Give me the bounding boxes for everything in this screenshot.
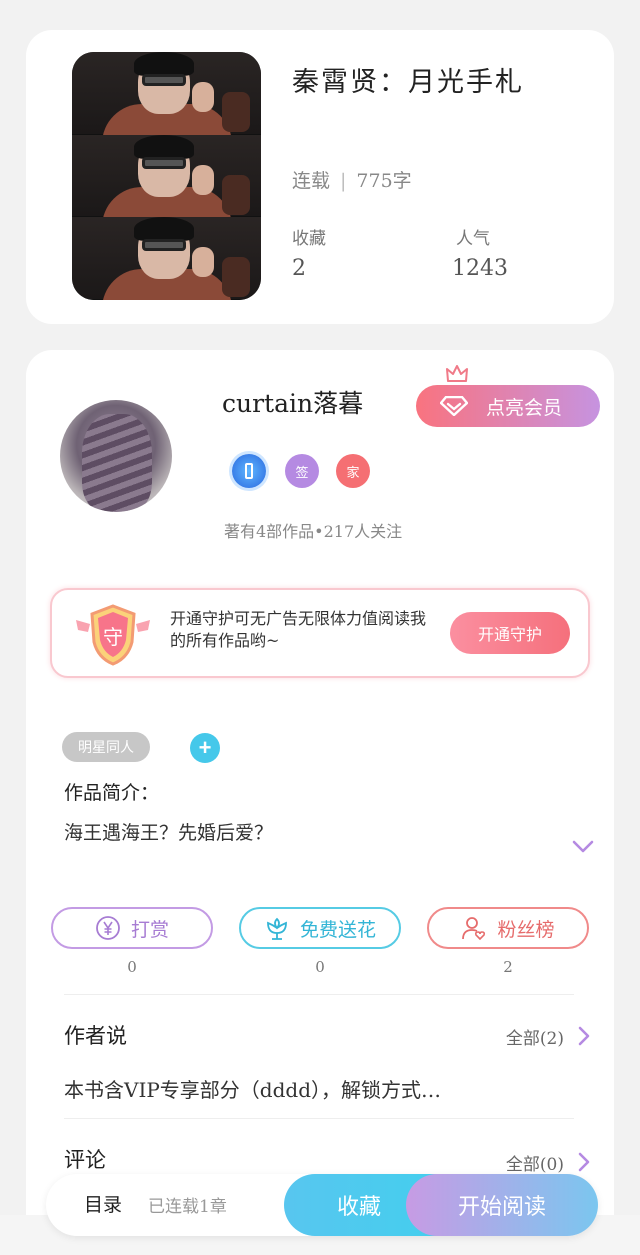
book-cover-image[interactable] — [72, 52, 261, 300]
favorites-label: 收藏 — [292, 229, 326, 249]
author-says-title: 作者说 — [64, 1024, 127, 1048]
author-says-more[interactable]: 全部(2) — [506, 1024, 564, 1049]
favorites-value: 2 — [292, 256, 306, 281]
flower-icon — [267, 917, 287, 940]
family-badge[interactable]: 家 — [336, 454, 370, 488]
fans-ranking-button[interactable]: 粉丝榜 — [427, 907, 589, 949]
flower-label: 免费送花 — [299, 919, 376, 941]
signed-badge[interactable]: 签 — [285, 454, 319, 488]
intro-label: 作品简介： — [64, 782, 160, 804]
book-meta: 连载 | 775字 — [292, 166, 412, 193]
phone-badge-icon[interactable] — [232, 454, 266, 488]
yen-coin-icon — [96, 916, 120, 940]
add-tag-button[interactable]: + — [190, 733, 220, 763]
popularity-value: 1243 — [452, 256, 508, 281]
genre-tag[interactable]: 明星同人 — [62, 732, 150, 762]
activate-vip-button[interactable]: 点亮会员 — [416, 385, 600, 427]
chevron-right-icon[interactable] — [578, 1152, 590, 1172]
author-stats: 著有4部作品•217人关注 — [224, 522, 403, 541]
guard-banner[interactable]: 守 开通守护可无广告无限体力值阅读我的所有作品哟~ 开通守护 — [50, 588, 590, 678]
table-of-contents-button[interactable]: 目录 — [84, 1190, 122, 1217]
book-detail-card: curtain落暮 点亮会员 签 家 著有4部作品•217人关注 守 开通守护可… — [26, 350, 614, 1255]
chevron-down-icon[interactable] — [572, 840, 594, 854]
fans-count: 2 — [503, 958, 513, 976]
diamond-icon — [440, 396, 468, 416]
flower-count: 0 — [315, 958, 325, 976]
guard-description: 开通守护可无广告无限体力值阅读我的所有作品哟~ — [170, 609, 427, 650]
crown-icon — [446, 365, 468, 382]
divider — [64, 994, 574, 995]
divider — [64, 1118, 574, 1119]
open-guard-button[interactable]: 开通守护 — [450, 612, 570, 654]
serial-status: 已连载1章 — [148, 1197, 227, 1217]
comments-title: 评论 — [64, 1148, 106, 1172]
start-reading-button[interactable]: 开始阅读 — [406, 1174, 598, 1236]
popularity-label: 人气 — [456, 229, 490, 249]
intro-text: 海王遇海王？先婚后爱？ — [64, 822, 274, 844]
meta-divider: | — [340, 170, 347, 192]
book-title: 秦霄贤：月光手札 — [292, 67, 524, 98]
fans-label: 粉丝榜 — [497, 919, 555, 941]
author-name[interactable]: curtain落暮 — [222, 384, 363, 420]
author-avatar[interactable] — [60, 400, 172, 512]
shield-icon: 守 — [76, 604, 150, 666]
user-heart-icon — [462, 917, 486, 941]
vip-button-label: 点亮会员 — [486, 397, 563, 419]
shield-char: 守 — [103, 625, 123, 649]
send-flower-button[interactable]: 免费送花 — [239, 907, 401, 949]
bottom-action-bar: 目录 已连载1章 收藏 开始阅读 — [46, 1174, 598, 1236]
author-note-text[interactable]: 本书含VIP专享部分（dddd），解锁方式… — [64, 1074, 441, 1103]
reward-count: 0 — [127, 958, 137, 976]
book-status: 连载 — [292, 170, 331, 192]
chevron-right-icon[interactable] — [578, 1026, 590, 1046]
reward-label: 打赏 — [130, 919, 169, 941]
word-count: 775字 — [356, 170, 412, 192]
reward-button[interactable]: 打赏 — [51, 907, 213, 949]
book-info-card: 秦霄贤：月光手札 连载 | 775字 收藏 2 人气 1243 — [26, 30, 614, 324]
comments-more[interactable]: 全部(0) — [506, 1150, 564, 1175]
